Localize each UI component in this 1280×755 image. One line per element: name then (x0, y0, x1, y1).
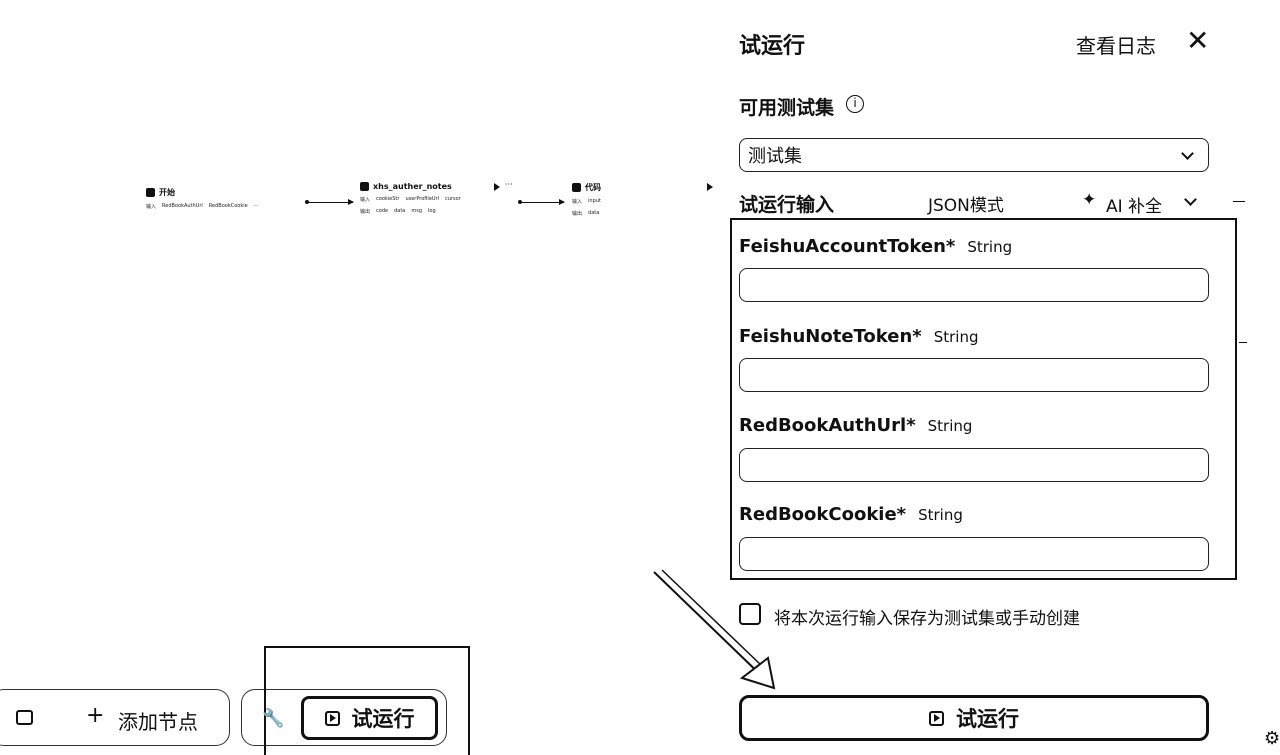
run-button-label: 试运行 (351, 707, 415, 731)
sparkle-icon[interactable]: ✦ (1082, 190, 1096, 210)
field-name: RedBookAuthUrl* (739, 415, 916, 436)
param: data (588, 210, 600, 216)
save-testset-checkbox[interactable] (739, 603, 761, 625)
param: input (588, 198, 601, 204)
more-icon[interactable]: ··· (254, 203, 259, 210)
param: 输入 (572, 199, 583, 205)
node-params-row: 输入 cookieStr userProfileUrl cursor (360, 196, 461, 203)
edge-connector (309, 199, 354, 205)
close-icon[interactable]: ✕ (1186, 24, 1209, 57)
param: msg (411, 208, 422, 214)
param: 输入 (146, 204, 157, 210)
play-icon (324, 710, 340, 726)
feishu-account-token-input[interactable] (739, 268, 1209, 302)
json-mode-toggle[interactable]: JSON模式 (928, 191, 1004, 216)
plugin-node[interactable]: xhs_auther_notes 输入 cookieStr userProfil… (360, 182, 461, 215)
param: RedBookCookie (208, 203, 248, 209)
edge-connector (522, 199, 565, 205)
param: 输出 (360, 209, 371, 215)
settings-icon[interactable]: ⚙ (1264, 728, 1280, 749)
edge-connector-fragment (1239, 342, 1247, 343)
testset-selected: 测试集 (748, 146, 802, 167)
param: userProfileUrl (405, 196, 439, 202)
node-title: xhs_auther_notes (373, 182, 452, 191)
code-node-icon (572, 183, 581, 192)
node-params-row: 输入 RedBookAuthUrl RedBookCookie ··· (146, 203, 259, 210)
field-type: String (967, 238, 1013, 256)
field-type: String (918, 506, 963, 524)
field-type: String (933, 328, 979, 346)
node-title: 代码 (585, 183, 601, 192)
wrench-icon[interactable]: 🔧 (262, 708, 284, 729)
field-type: String (927, 417, 973, 435)
param: code (376, 208, 389, 214)
param: 输出 (572, 211, 583, 217)
save-testset-label: 将本次运行输入保存为测试集或手动创建 (774, 609, 1080, 629)
node-params-row: 输入 input (572, 198, 601, 205)
chevron-down-icon[interactable] (1184, 193, 1197, 206)
ai-complete-button[interactable]: AI 补全 (1106, 192, 1162, 217)
param: log (428, 208, 436, 214)
panel-title: 试运行 (739, 34, 806, 59)
start-node[interactable]: 开始 输入 RedBookAuthUrl RedBookCookie ··· (146, 187, 259, 210)
add-node-button[interactable]: 添加节点 (118, 706, 198, 735)
info-icon[interactable]: i (846, 95, 864, 113)
play-icon (929, 710, 944, 726)
run-button-label: 试运行 (956, 707, 1019, 731)
test-run-panel: 试运行 查看日志 ✕ 可用测试集 i 测试集 试运行输入 JSON模式 ✦ AI… (720, 0, 1280, 755)
run-node-icon[interactable] (494, 183, 500, 191)
redbook-auth-url-input[interactable] (739, 448, 1209, 482)
start-node-icon (146, 188, 155, 197)
field-label: FeishuNoteToken* String (739, 326, 978, 347)
param: data (394, 208, 406, 214)
field-label: RedBookAuthUrl* String (739, 415, 972, 436)
feishu-note-token-input[interactable] (739, 358, 1209, 392)
field-label: FeishuAccountToken* String (739, 236, 1012, 257)
testset-select[interactable]: 测试集 (739, 138, 1209, 172)
field-name: RedBookCookie* (739, 504, 907, 525)
code-node[interactable]: 代码 输入 input 输出 data (572, 182, 601, 217)
node-title: 开始 (159, 188, 175, 197)
field-name: FeishuAccountToken* (739, 236, 956, 257)
param: cursor (445, 196, 461, 202)
note-icon[interactable] (16, 710, 33, 725)
node-params-row: 输出 data (572, 210, 601, 217)
workflow-canvas[interactable]: 开始 输入 RedBookAuthUrl RedBookCookie ··· x… (0, 0, 720, 640)
edge-connector-fragment (1233, 201, 1245, 202)
input-heading: 试运行输入 (739, 194, 835, 216)
field-name: FeishuNoteToken* (739, 326, 922, 347)
node-params-row: 输出 code data msg log (360, 208, 461, 215)
toolbar-run-button[interactable]: 试运行 (301, 696, 438, 740)
redbook-cookie-input[interactable] (739, 537, 1209, 571)
field-label: RedBookCookie* String (739, 504, 963, 525)
chevron-down-icon (1181, 146, 1194, 160)
plugin-node-icon (360, 182, 369, 191)
run-node-icon[interactable] (707, 183, 713, 191)
param: RedBookAuthUrl (162, 203, 203, 209)
testset-heading: 可用测试集 (739, 97, 835, 119)
view-log-button[interactable]: 查看日志 (1076, 30, 1156, 59)
run-button[interactable]: 试运行 (739, 695, 1209, 741)
param: 输入 (360, 197, 371, 203)
more-icon[interactable]: ··· (505, 180, 513, 189)
param: cookieStr (376, 196, 400, 202)
plus-icon[interactable]: + (86, 703, 104, 728)
